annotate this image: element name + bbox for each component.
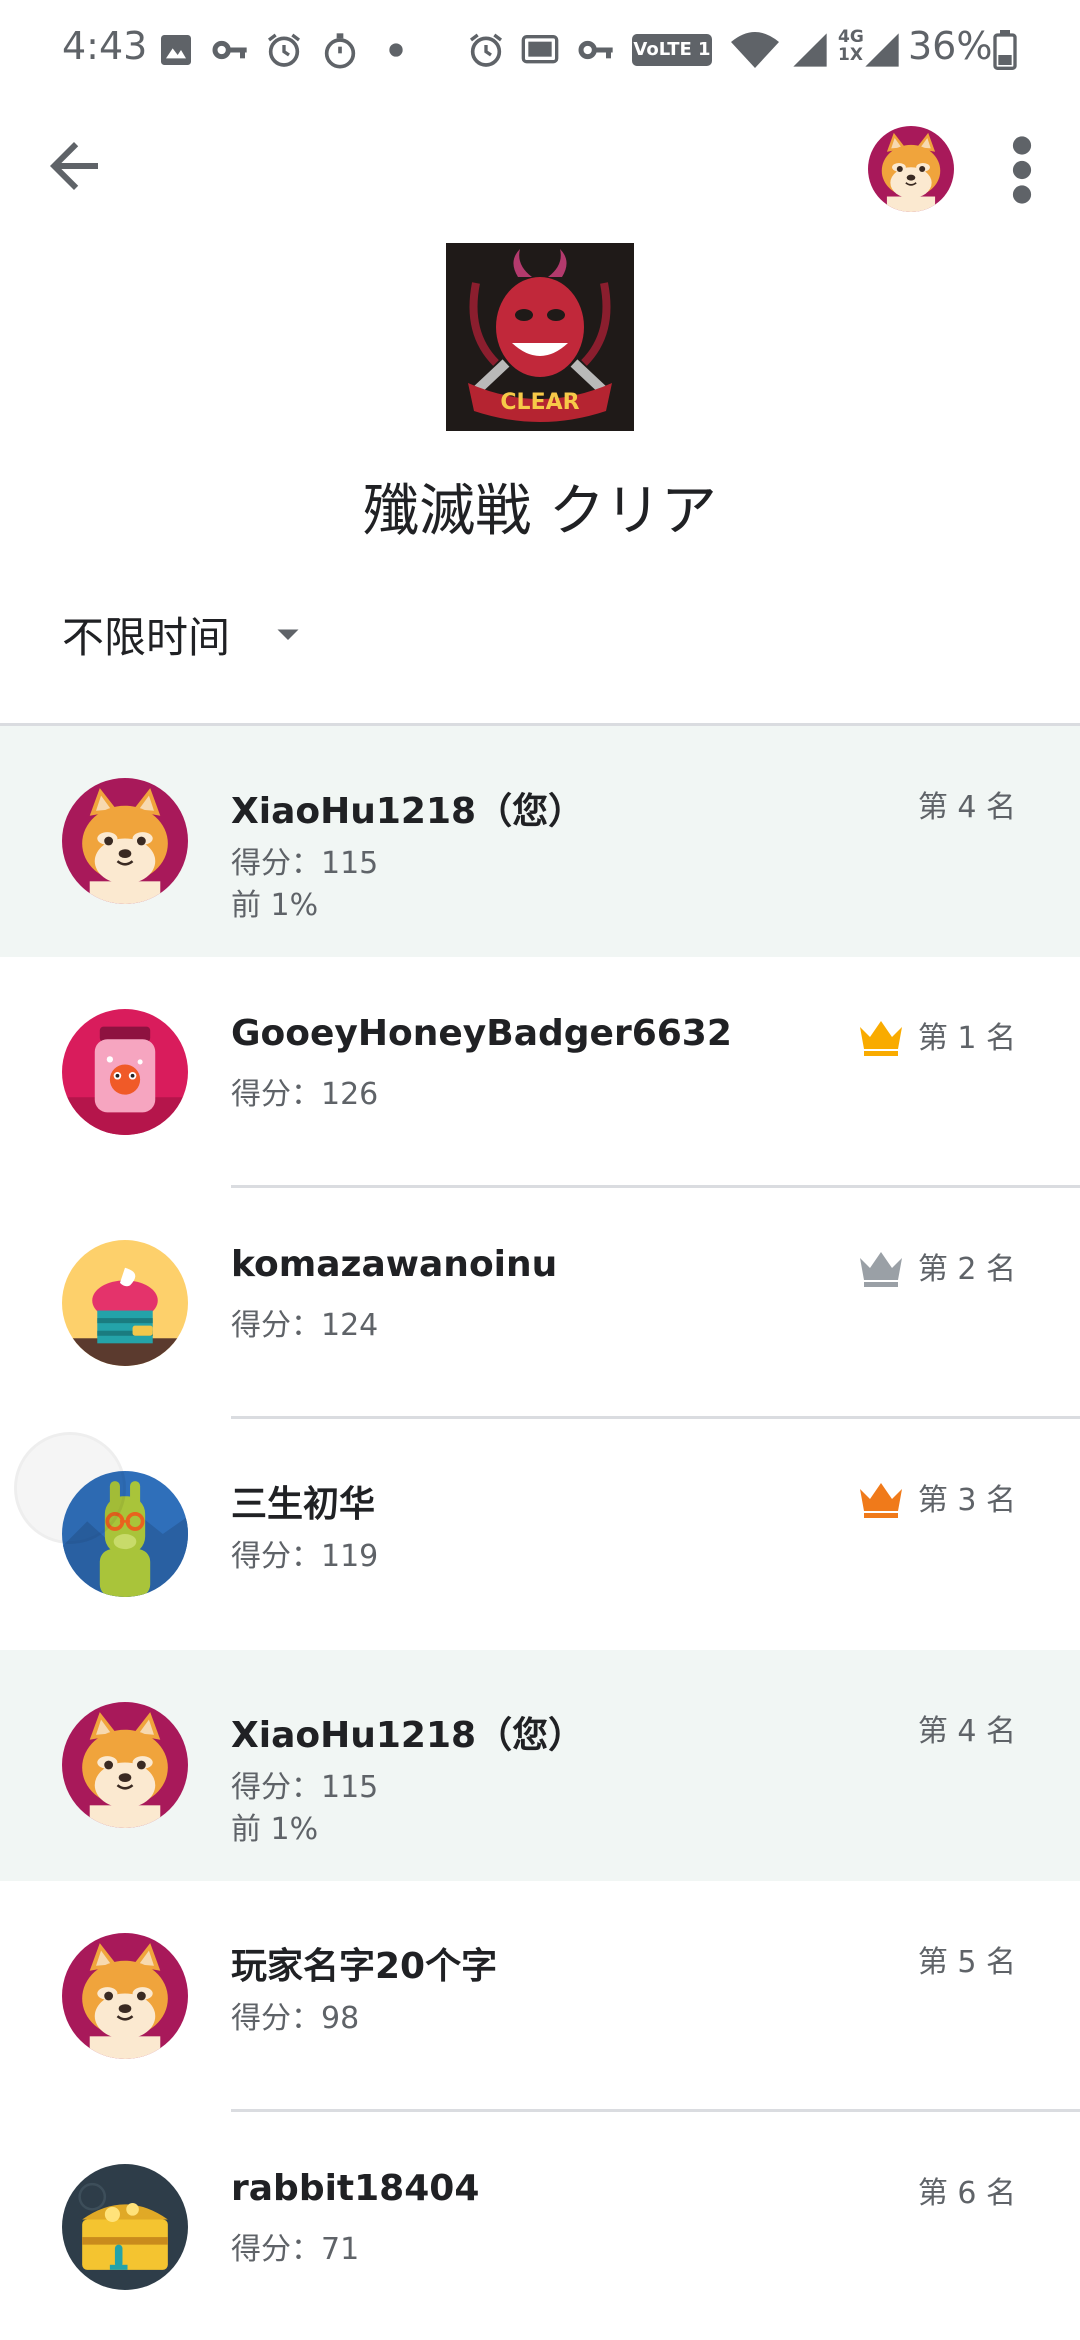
player-score: 得分：124 <box>231 1308 379 1343</box>
player-avatar[interactable] <box>62 1933 188 2059</box>
badge-text: CLEAR <box>500 390 579 415</box>
signal-icon <box>865 33 899 67</box>
player-name: 玩家名字20个字 <box>231 1946 498 1987</box>
network-type: 4G 1X <box>838 27 864 65</box>
player-score: 得分：115 <box>231 846 379 881</box>
player-avatar[interactable] <box>62 1009 188 1135</box>
time-filter-label: 不限时间 <box>62 612 231 662</box>
key-icon <box>578 40 613 60</box>
player-rank: 第 3 名 <box>917 1483 1016 1518</box>
player-score: 得分：126 <box>231 1077 379 1112</box>
player-avatar[interactable] <box>62 1240 188 1366</box>
player-rank: 第 2 名 <box>917 1252 1016 1287</box>
dot-icon <box>389 43 403 57</box>
battery-percent: 36% <box>908 24 993 68</box>
alarm-icon <box>470 33 502 67</box>
player-rank: 第 1 名 <box>917 1021 1016 1056</box>
player-rank: 第 6 名 <box>917 2176 1016 2211</box>
cast-icon <box>521 35 559 64</box>
leaderboard-row[interactable]: rabbit18404 得分：71 第 6 名 <box>0 2112 1080 2340</box>
player-name: XiaoHu1218（您） <box>231 791 585 832</box>
leaderboard-row[interactable]: XiaoHu1218（您） 得分：115 前 1% 第 4 名 <box>0 1650 1080 1881</box>
back-button[interactable] <box>38 130 110 202</box>
player-name: XiaoHu1218（您） <box>231 1715 585 1756</box>
image-icon <box>161 35 191 65</box>
leaderboard-row[interactable]: 三生初华得分：119 第 3 名 <box>0 1419 1080 1650</box>
wifi-icon <box>731 32 779 68</box>
player-percentile: 前 1% <box>231 1812 319 1847</box>
player-percentile: 前 1% <box>231 888 319 923</box>
player-score: 得分：119 <box>231 1539 379 1574</box>
player-rank: 第 4 名 <box>917 1714 1016 1749</box>
volte-badge: VoLTE 1 <box>632 34 712 66</box>
player-score: 得分：71 <box>231 2232 360 2267</box>
stopwatch-icon <box>324 33 356 69</box>
battery-icon <box>993 30 1017 70</box>
account-avatar[interactable] <box>868 126 954 212</box>
leaderboard-row[interactable]: XiaoHu1218（您） 得分：115 前 1% 第 4 名 <box>0 726 1080 957</box>
player-name: rabbit18404 <box>231 2168 480 2209</box>
player-avatar[interactable] <box>62 1702 188 1828</box>
player-name: GooeyHoneyBadger6632 <box>231 1013 732 1054</box>
achievement-icon: CLEAR <box>446 243 634 431</box>
leaderboard-row[interactable]: GooeyHoneyBadger6632 得分：126 第 1 名 <box>0 957 1080 1188</box>
player-avatar[interactable] <box>62 778 188 904</box>
touch-ripple <box>14 1432 126 1544</box>
player-score: 得分：115 <box>231 1770 379 1805</box>
crown-silver-icon <box>856 1246 906 1288</box>
arrow-drop-down-icon <box>277 629 299 640</box>
more-vert-icon[interactable] <box>1000 128 1044 212</box>
alarm-icon <box>268 33 300 67</box>
crown-gold-icon <box>856 1015 906 1057</box>
key-icon <box>212 40 247 60</box>
crown-bronze-icon <box>856 1477 906 1519</box>
player-rank: 第 5 名 <box>917 1945 1016 1980</box>
signal-icon <box>793 33 827 67</box>
player-name: komazawanoinu <box>231 1244 558 1285</box>
page-title: 殲滅戦 クリア <box>363 479 717 544</box>
leaderboard-row[interactable]: 玩家名字20个字得分：98 第 5 名 <box>0 1881 1080 2112</box>
player-rank: 第 4 名 <box>917 790 1016 825</box>
status-bar: 4:43 VoLTE 1 4G 1X 36% <box>0 0 1080 100</box>
time-filter-dropdown[interactable]: 不限时间 <box>62 604 306 664</box>
player-name: 三生初华 <box>231 1484 376 1525</box>
leaderboard-row[interactable]: komazawanoinu 得分：124 第 2 名 <box>0 1188 1080 1419</box>
player-avatar[interactable] <box>62 2164 188 2290</box>
status-time: 4:43 <box>62 24 148 68</box>
player-score: 得分：98 <box>231 2001 360 2036</box>
